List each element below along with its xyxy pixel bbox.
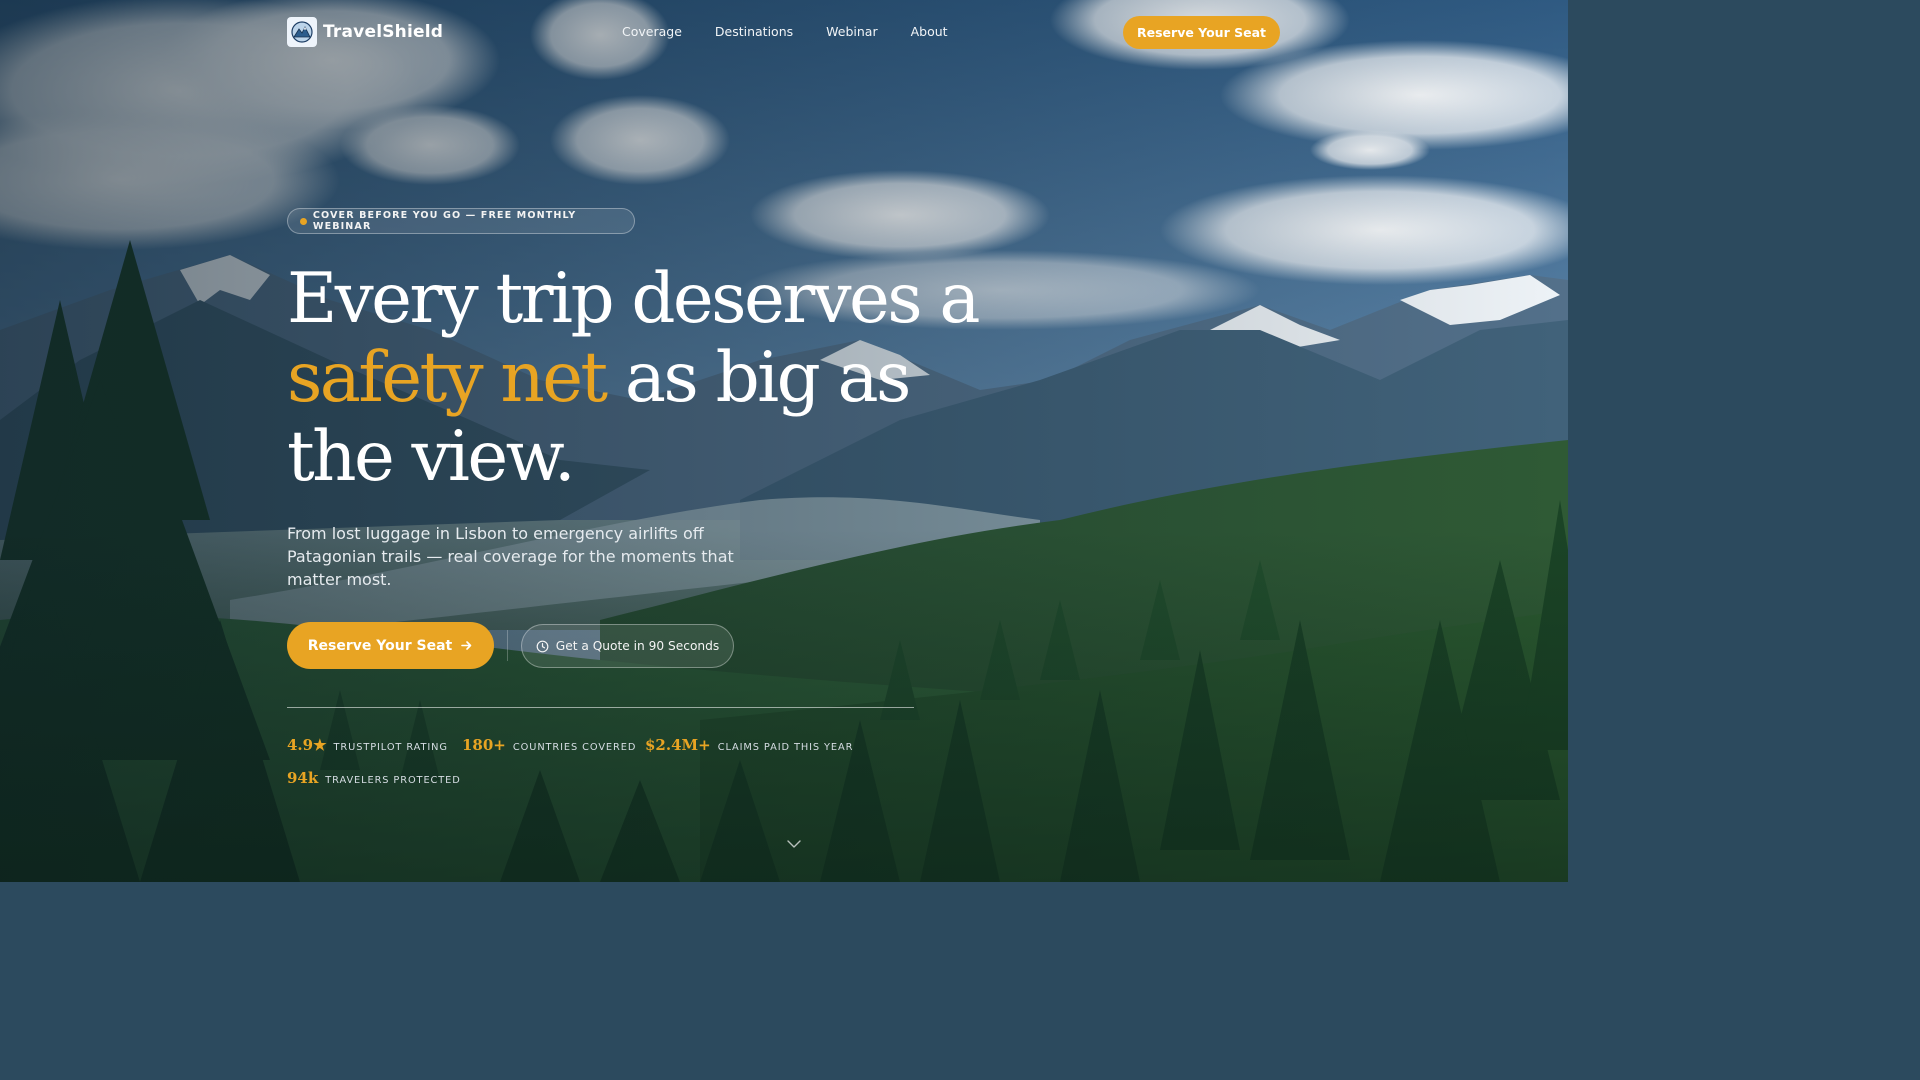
stat-label: CLAIMS PAID THIS YEAR (717, 742, 854, 753)
stat-item-claims: $2.4M+ CLAIMS PAID THIS YEAR (645, 736, 853, 754)
stat-item-rating: 4.9★ TRUSTPILOT RATING (287, 736, 448, 754)
stat-label: TRAVELERS PROTECTED (325, 775, 461, 786)
brand-name: TravelShield (323, 22, 444, 42)
cta-divider (507, 630, 508, 661)
webinar-badge: COVER BEFORE YOU GO — FREE MONTHLY WEBIN… (287, 208, 635, 234)
stat-item-countries: 180+ COUNTRIES COVERED (462, 736, 636, 754)
headline-accent: safety net (287, 338, 608, 418)
reserve-seat-label: Reserve Your Seat (307, 637, 453, 654)
stat-value: 180+ (462, 736, 506, 754)
top-navigation: TravelShield Coverage Destinations Webin… (0, 0, 1568, 66)
nav-reserve-seat-button[interactable]: Reserve Your Seat (1123, 16, 1280, 49)
get-quote-button[interactable]: Get a Quote in 90 Seconds (521, 624, 734, 668)
hero-subtitle: From lost luggage in Lisbon to emergency… (287, 524, 734, 589)
get-quote-label: Get a Quote in 90 Seconds (555, 639, 720, 653)
clock-icon (536, 640, 549, 652)
arrow-right-icon (461, 641, 472, 650)
mountain-shield-icon (287, 17, 317, 47)
badge-text: COVER BEFORE YOU GO — FREE MONTHLY WEBIN… (312, 210, 577, 232)
badge-dot-icon (300, 217, 307, 225)
stat-label: TRUSTPILOT RATING (333, 742, 448, 753)
headline-text-start: Every trip deserves a (287, 259, 980, 339)
stats-divider (287, 707, 914, 708)
stat-item-travelers: 94k TRAVELERS PROTECTED (287, 769, 461, 787)
nav-link-webinar[interactable]: Webinar (826, 24, 877, 39)
hero-headline: Every trip deserves a safety net as big … (287, 260, 987, 497)
brand-logo[interactable]: TravelShield (287, 17, 443, 47)
chevron-down-icon[interactable] (786, 835, 802, 854)
nav-links: Coverage Destinations Webinar About (622, 24, 948, 39)
stat-value: $2.4M+ (645, 736, 711, 754)
stat-value: 94k (287, 769, 319, 787)
nav-link-about[interactable]: About (911, 24, 948, 39)
reserve-seat-button[interactable]: Reserve Your Seat (287, 622, 494, 669)
nav-link-coverage[interactable]: Coverage (622, 24, 682, 39)
stat-value: 4.9★ (287, 736, 327, 754)
nav-link-destinations[interactable]: Destinations (715, 24, 793, 39)
stat-label: COUNTRIES COVERED (512, 742, 637, 753)
